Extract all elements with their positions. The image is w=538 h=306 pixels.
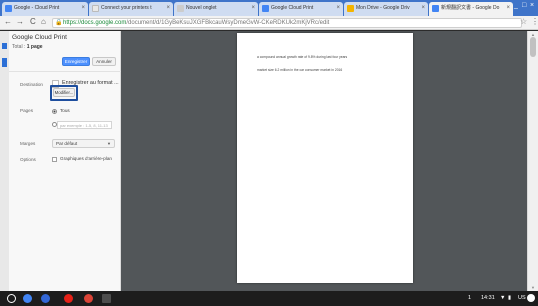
url-path: /document/d/1GyBeKsuJXGFBkcauWsyDmeGvW-C… <box>126 20 330 26</box>
os-shelf: 1 14:31 ▼ ▮ US <box>0 291 538 306</box>
preview-scrollbar[interactable]: ▲ ▼ <box>527 31 538 291</box>
tab-google-docs-active[interactable]: 新規翻訳文書 - Google Do × <box>429 2 513 16</box>
maximize-button[interactable]: □ <box>522 2 526 9</box>
docs-side-strip <box>0 31 9 291</box>
total-value: 1 page <box>26 44 43 50</box>
pages-range-input[interactable]: par exemple : 1-5, 8, 11-13 <box>57 121 112 129</box>
menu-dots-icon[interactable]: ⋮ <box>531 17 538 26</box>
background-graphics-checkbox[interactable] <box>52 157 57 162</box>
pages-label: Pages <box>20 108 34 113</box>
tab-mon-drive[interactable]: Mon Drive - Google Driv × <box>344 2 428 16</box>
close-icon[interactable]: × <box>336 2 340 15</box>
back-icon[interactable]: ← <box>4 17 12 26</box>
close-icon[interactable]: × <box>166 2 170 15</box>
bookmark-star-icon[interactable]: ☆ <box>520 17 527 26</box>
close-icon[interactable]: × <box>506 2 510 15</box>
locale-indicator[interactable]: US <box>518 295 526 301</box>
tab-title: Google - Cloud Print <box>14 5 60 11</box>
docs-icon <box>432 5 439 12</box>
docs-app-icon[interactable] <box>102 294 111 303</box>
files-icon[interactable] <box>41 294 50 303</box>
close-icon[interactable]: × <box>81 2 85 15</box>
preview-text-line: market size 6.2 million in the car consu… <box>257 68 343 72</box>
forward-icon[interactable]: → <box>16 17 24 26</box>
destination-label: Destination <box>20 82 43 87</box>
tab-connect-printers[interactable]: Connect your printers t × <box>89 2 173 16</box>
tab-google-cloud-print-2[interactable]: Google Cloud Print × <box>259 2 343 16</box>
account-avatar[interactable] <box>527 294 535 302</box>
lock-icon: 🔒 <box>55 20 63 26</box>
gmail-icon[interactable] <box>84 294 93 303</box>
browser-toolbar: ← → C ⌂ 🔒 https://docs.google.com/docume… <box>0 16 538 30</box>
app-launcher-icon[interactable] <box>7 294 16 303</box>
address-bar[interactable]: 🔒 https://docs.google.com/document/d/1Gy… <box>52 18 522 28</box>
close-icon[interactable]: × <box>251 2 255 15</box>
scroll-down-icon[interactable]: ▼ <box>531 285 535 290</box>
chrome-icon[interactable] <box>23 294 32 303</box>
battery-icon[interactable]: ▮ <box>508 295 511 301</box>
divider <box>9 71 121 72</box>
modify-destination-button[interactable]: Modifier... <box>53 88 75 97</box>
margins-value: Par défaut <box>56 141 78 146</box>
tab-title: Nouvel onglet <box>186 5 217 11</box>
screen: Google - Cloud Print × Connect your prin… <box>0 0 538 306</box>
tab-google-cloud-print-1[interactable]: Google - Cloud Print × <box>2 2 88 16</box>
youtube-icon[interactable] <box>64 294 73 303</box>
options-label: Options <box>20 157 36 162</box>
minimize-button[interactable]: _ <box>514 2 518 9</box>
tab-title: Google Cloud Print <box>271 5 314 11</box>
clock[interactable]: 14:31 <box>481 295 495 301</box>
page-badge: 1 <box>468 295 472 301</box>
tab-strip: Google - Cloud Print × Connect your prin… <box>0 0 538 16</box>
wifi-icon[interactable]: ▼ <box>500 295 505 301</box>
tab-title: 新規翻訳文書 - Google Do <box>441 5 500 11</box>
drive-icon <box>347 5 354 12</box>
total-label: Total : <box>12 44 27 50</box>
google-icon <box>5 5 12 12</box>
save-button[interactable]: Enregistrer <box>62 57 90 66</box>
tab-title: Mon Drive - Google Driv <box>356 5 410 11</box>
margins-label: Marges <box>20 141 36 146</box>
tab-nouvel-onglet[interactable]: Nouvel onglet × <box>174 2 258 16</box>
pages-all-radio[interactable] <box>52 109 57 114</box>
cancel-button[interactable]: Annuler <box>92 57 116 66</box>
margins-select[interactable]: Par défaut ▼ <box>52 139 115 148</box>
home-icon[interactable]: ⌂ <box>41 17 46 26</box>
google-icon <box>262 5 269 12</box>
docs-icon <box>2 43 7 49</box>
dropdown-caret-icon: ▼ <box>107 141 111 146</box>
close-icon[interactable]: × <box>421 2 425 15</box>
background-graphics-label: Graphiques d'arrière-plan <box>60 156 112 161</box>
loading-icon <box>92 5 99 12</box>
url-host: https://docs.google.com <box>63 20 127 26</box>
reload-icon[interactable]: C <box>30 17 36 26</box>
tab-title: Connect your printers t <box>101 5 152 11</box>
close-window-button[interactable]: × <box>530 2 534 9</box>
print-dialog-title: Google Cloud Print <box>12 34 67 41</box>
page-icon <box>177 5 184 12</box>
pages-all-label: Tous <box>60 108 70 113</box>
preview-text-line: a compound annual growth rate of 9.8% du… <box>257 55 348 59</box>
scroll-thumb[interactable] <box>530 37 536 57</box>
page-count: Total : 1 page <box>12 44 43 50</box>
docs-menu-icon[interactable] <box>2 58 7 67</box>
